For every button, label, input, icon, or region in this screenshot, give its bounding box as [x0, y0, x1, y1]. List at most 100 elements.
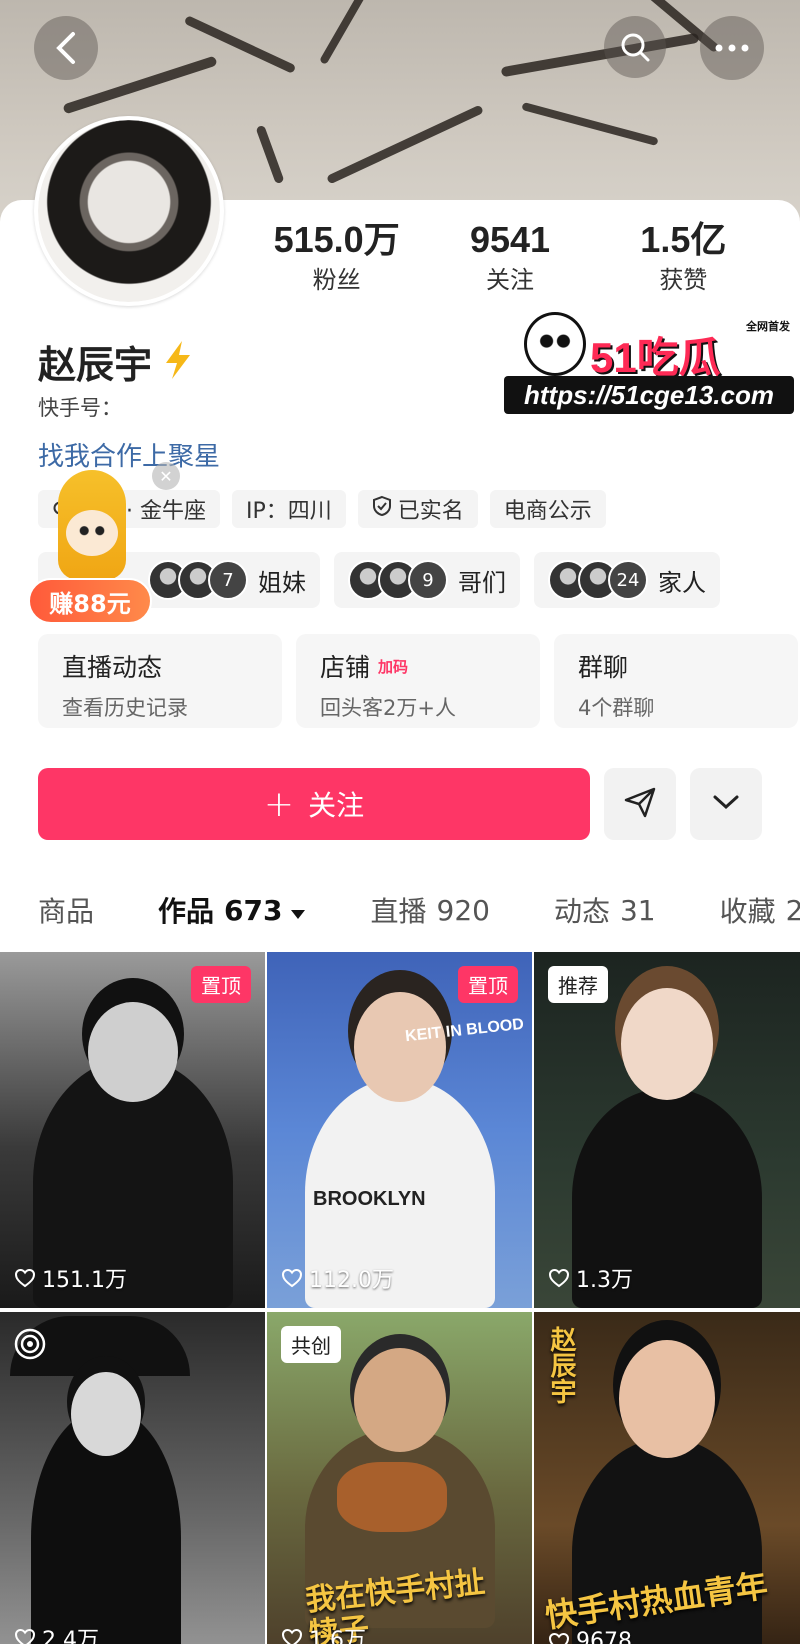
stat-following[interactable]: 9541 关注	[423, 218, 596, 298]
card-shop[interactable]: 店铺 加码 回头客2万+人	[296, 634, 540, 728]
tab-label: 作品	[158, 895, 215, 928]
video-thumbnail[interactable]: 置顶 151.1万	[0, 952, 265, 1308]
watermark-url: https://51cge13.com	[504, 376, 794, 414]
like-count-text: 9678	[576, 1629, 632, 1644]
more-button[interactable]	[700, 16, 764, 80]
tab-count: 920	[436, 893, 490, 927]
like-count: 2.4万	[14, 1622, 99, 1644]
tab-live[interactable]: 直播 920	[370, 890, 489, 930]
tab-count: 673	[224, 893, 283, 927]
group-label: 家人	[658, 568, 706, 597]
video-thumbnail[interactable]: 2.4万	[0, 1312, 265, 1644]
tag-ecommerce[interactable]: 电商公示	[489, 490, 606, 528]
close-icon[interactable]: ✕	[152, 462, 180, 490]
live-icon	[14, 1328, 46, 1364]
stat-value: 9541	[469, 219, 551, 260]
heart-icon	[548, 1632, 570, 1644]
follow-button[interactable]: + 关注	[38, 768, 590, 840]
stat-followers[interactable]: 515.0万 粉丝	[250, 218, 423, 298]
member-count: 7	[208, 560, 248, 600]
profile-stats: 515.0万 粉丝 9541 关注 1.5亿 获赞	[250, 218, 770, 298]
tag-label: 已实名	[397, 499, 464, 524]
tag-ip: IP：四川	[232, 490, 346, 528]
stat-label: 粉丝	[312, 266, 361, 294]
like-count-text: 112.0万	[309, 1268, 394, 1293]
card-badge: 加码	[378, 657, 409, 676]
heart-icon	[548, 1268, 570, 1288]
side-caption: 赵辰宇	[546, 1326, 576, 1404]
pinned-badge: 置顶	[458, 966, 518, 1003]
video-thumbnail[interactable]: 赵辰宇 快手村热血青年 9678	[534, 1312, 800, 1644]
video-thumbnail[interactable]: BROOKLYN KEIT IN BLOOD 置顶 112.0万	[267, 952, 532, 1308]
like-count-text: 151.1万	[42, 1268, 127, 1293]
stat-label: 获赞	[659, 266, 708, 294]
tab-label: 直播	[370, 895, 427, 928]
card-subtitle: 回头客2万+人	[320, 696, 456, 720]
tab-count: 31	[619, 893, 656, 927]
group-brothers[interactable]: 9 哥们	[334, 552, 520, 608]
tab-products[interactable]: 商品	[38, 890, 94, 930]
tab-favorites[interactable]: 收藏 2	[720, 890, 800, 930]
chevron-left-icon	[53, 31, 79, 65]
video-thumbnail[interactable]: 推荐 1.3万	[534, 952, 800, 1308]
group-label: 姐妹	[258, 568, 306, 597]
watermark-tag: 全网首发	[746, 320, 790, 333]
group-family[interactable]: 24 家人	[534, 552, 720, 608]
card-title: 店铺	[320, 653, 371, 682]
kuaishou-id: 快手号：	[38, 396, 122, 420]
tab-label: 动态	[553, 895, 610, 928]
tab-moments[interactable]: 动态 31	[554, 890, 656, 930]
like-count-text: 1.3万	[576, 1268, 633, 1293]
share-button[interactable]	[604, 768, 676, 840]
tab-label: 收藏	[719, 895, 776, 928]
info-cards: 直播动态 查看历史记录 店铺 加码 回头客2万+人 群聊 4个群聊	[38, 634, 798, 728]
lightning-icon	[162, 339, 194, 385]
more-actions-button[interactable]	[690, 768, 762, 840]
back-button[interactable]	[34, 16, 98, 80]
card-subtitle: 4个群聊	[578, 696, 655, 720]
collab-link[interactable]: 找我合作上聚星	[38, 436, 220, 473]
earn-badge[interactable]: 赚88元	[28, 578, 152, 624]
card-title: 群聊	[578, 653, 629, 682]
heart-icon	[281, 1628, 303, 1644]
avatar[interactable]	[34, 116, 224, 306]
pinned-badge: 置顶	[191, 966, 251, 1003]
stat-value: 1.5亿	[640, 219, 727, 260]
shield-check-icon	[372, 495, 398, 523]
search-button[interactable]	[604, 16, 666, 78]
more-dots-icon	[715, 44, 749, 52]
send-icon	[623, 785, 657, 823]
co-create-badge: 共创	[281, 1326, 341, 1363]
like-count: 1.3万	[548, 1262, 633, 1294]
tab-works[interactable]: 作品 673	[158, 890, 306, 930]
tag-label: IP：四川	[246, 499, 332, 524]
member-count: 24	[608, 560, 648, 600]
card-group-chat[interactable]: 群聊 4个群聊	[554, 634, 798, 728]
content-tabs: 商品 作品 673 直播 920 动态 31 收藏 2	[38, 890, 800, 930]
like-count: 1.6万	[281, 1622, 366, 1644]
group-label: 哥们	[458, 568, 506, 597]
stat-value: 515.0万	[273, 219, 400, 260]
follow-label: 关注	[308, 789, 365, 822]
video-grid: 置顶 151.1万 BROOKLYN KEIT IN BLOOD 置顶 112.…	[0, 952, 800, 1644]
stat-likes[interactable]: 1.5亿 获赞	[597, 218, 770, 298]
video-thumbnail[interactable]: 共创 我在快手村扯犊子 1.6万	[267, 1312, 532, 1644]
chevron-down-icon	[712, 793, 740, 815]
like-count-text: 2.4万	[42, 1628, 99, 1644]
card-live-history[interactable]: 直播动态 查看历史记录	[38, 634, 282, 728]
member-count: 9	[408, 560, 448, 600]
panda-logo-icon	[524, 312, 586, 376]
like-count: 151.1万	[14, 1262, 127, 1294]
like-count: 112.0万	[281, 1262, 394, 1294]
watermark: 51吃瓜 全网首发 https://51cge13.com	[504, 312, 794, 416]
search-icon	[620, 32, 650, 62]
tag-verified[interactable]: 已实名	[357, 490, 478, 528]
tab-label: 商品	[38, 895, 95, 928]
heart-icon	[14, 1268, 36, 1288]
plus-icon: +	[263, 783, 295, 825]
heart-icon	[14, 1628, 36, 1644]
like-count: 9678	[548, 1629, 632, 1644]
profile-name: 赵辰宇	[38, 343, 153, 387]
card-title: 直播动态	[62, 653, 163, 682]
tag-label: 电商公示	[503, 499, 592, 524]
